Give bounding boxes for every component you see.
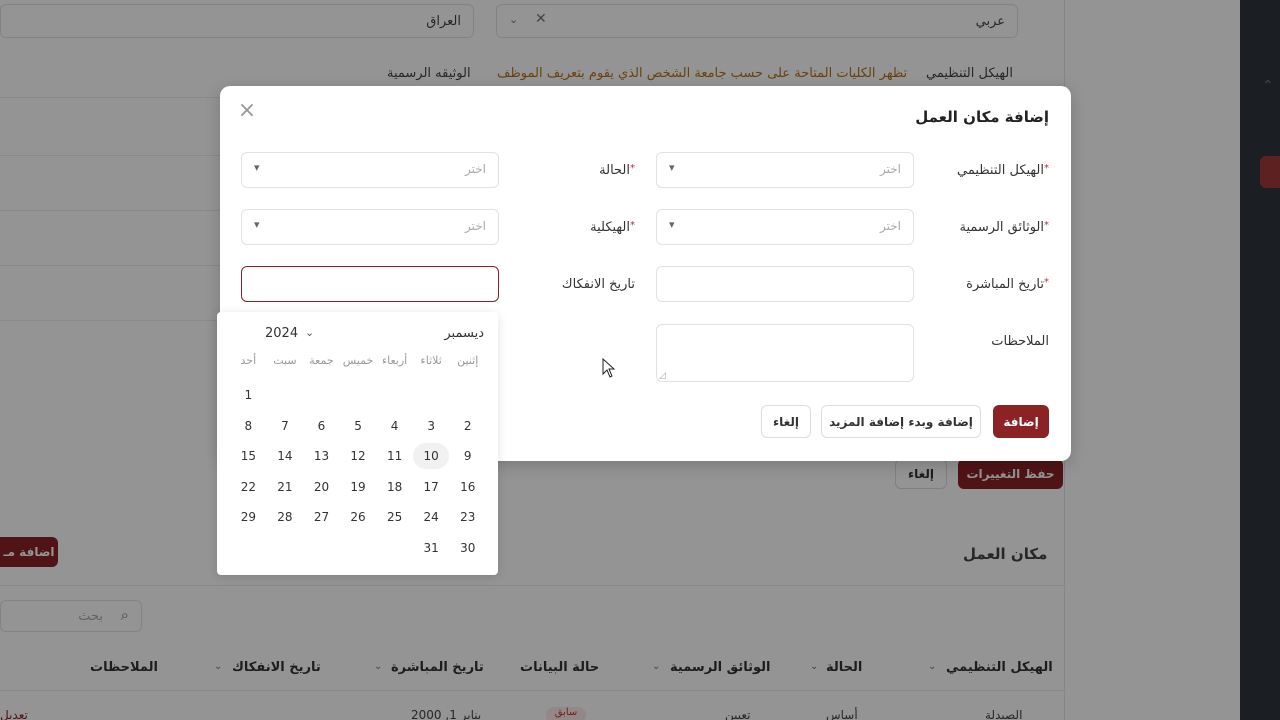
- calendar-day[interactable]: 20: [303, 474, 340, 500]
- calendar-empty-cell: [267, 382, 304, 408]
- mouse-cursor-icon: [602, 358, 616, 378]
- chevron-down-icon: ▾: [254, 218, 260, 231]
- calendar-week: 1: [230, 382, 486, 408]
- calendar-day[interactable]: 19: [340, 474, 377, 500]
- calendar-day[interactable]: 3: [413, 413, 450, 439]
- calendar-day[interactable]: 22: [230, 474, 267, 500]
- start-date-input[interactable]: [656, 266, 914, 302]
- required-mark: *: [1044, 220, 1049, 231]
- calendar-day[interactable]: 18: [376, 474, 413, 500]
- weekday: أحد: [240, 354, 257, 367]
- calendar-day[interactable]: 5: [340, 413, 377, 439]
- calendar-week: 2345678: [230, 413, 486, 439]
- calendar-week: 16 17 18 19 20 21 22: [230, 474, 486, 500]
- status-select[interactable]: اختر ▾: [241, 152, 499, 188]
- calendar-empty-cell: [230, 535, 267, 561]
- calendar-empty-cell: [449, 382, 486, 408]
- select-placeholder: اختر: [465, 162, 486, 176]
- select-placeholder: اختر: [880, 162, 901, 176]
- calendar-empty-cell: [303, 535, 340, 561]
- calendar-day[interactable]: 7: [267, 413, 304, 439]
- org-structure-label: *الهيكل التنظيمي: [956, 163, 1049, 178]
- calendar-day[interactable]: 21: [267, 474, 304, 500]
- calendar-day[interactable]: 4: [376, 413, 413, 439]
- chevron-down-icon: ▾: [669, 218, 675, 231]
- calendar-day[interactable]: 2: [449, 413, 486, 439]
- calendar-day[interactable]: 16: [449, 474, 486, 500]
- calendar-day[interactable]: 15: [230, 443, 267, 469]
- modal-title: إضافة مكان العمل: [915, 108, 1049, 126]
- date-picker: ديسمبر 2024 ⌄ إثنين ثلاثاء أربعاء خميس ج…: [217, 312, 498, 575]
- required-mark: *: [630, 163, 635, 174]
- calendar-empty-cell: [340, 535, 377, 561]
- notes-textarea[interactable]: ◿: [656, 324, 914, 382]
- calendar-week: 30 31: [230, 535, 486, 561]
- calendar-empty-cell: [376, 535, 413, 561]
- calendar-month[interactable]: ديسمبر: [444, 326, 484, 341]
- weekday: أربعاء: [381, 354, 408, 367]
- weekday-header: إثنين ثلاثاء أربعاء خميس جمعة سبت أحد: [230, 354, 486, 367]
- calendar-day[interactable]: 31: [413, 535, 450, 561]
- weekday: خميس: [342, 354, 374, 367]
- calendar-empty-cell: [413, 382, 450, 408]
- status-label: *الحالة: [599, 163, 635, 178]
- calendar-day[interactable]: 17: [413, 474, 450, 500]
- notes-label: الملاحظات: [991, 334, 1049, 349]
- calendar-week: 9 10 11 12 13 14 15: [230, 443, 486, 469]
- calendar-day[interactable]: 26: [340, 504, 377, 530]
- calendar-day[interactable]: 28: [267, 504, 304, 530]
- resize-handle-icon[interactable]: ◿: [659, 371, 666, 381]
- calendar-day[interactable]: 25: [376, 504, 413, 530]
- calendar-day[interactable]: 24: [413, 504, 450, 530]
- calendar-day[interactable]: 29: [230, 504, 267, 530]
- start-date-label: *تاريخ المباشرة: [966, 277, 1049, 292]
- chevron-down-icon: ▾: [669, 161, 675, 174]
- close-icon[interactable]: ×: [236, 100, 258, 122]
- calendar-day[interactable]: 14: [267, 443, 304, 469]
- structure-label: *الهيكلية: [590, 220, 635, 235]
- calendar-day[interactable]: 30: [449, 535, 486, 561]
- calendar-year[interactable]: 2024: [265, 326, 298, 341]
- add-button[interactable]: إضافة: [993, 405, 1049, 438]
- calendar-empty-cell: [303, 382, 340, 408]
- calendar-day[interactable]: 12: [340, 443, 377, 469]
- structure-select[interactable]: اختر ▾: [241, 209, 499, 245]
- required-mark: *: [630, 220, 635, 231]
- calendar-day[interactable]: 6: [303, 413, 340, 439]
- required-mark: *: [1044, 163, 1049, 174]
- calendar-empty-cell: [376, 382, 413, 408]
- calendar-day[interactable]: 10: [412, 443, 450, 469]
- official-docs-select[interactable]: اختر ▾: [656, 209, 914, 245]
- official-docs-label: *الوثائق الرسمية: [959, 220, 1049, 235]
- chevron-down-icon[interactable]: ⌄: [305, 326, 314, 339]
- calendar-day[interactable]: 8: [230, 413, 267, 439]
- calendar-day[interactable]: 27: [303, 504, 340, 530]
- calendar-day[interactable]: 1: [230, 382, 267, 408]
- weekday: سبت: [273, 354, 297, 367]
- calendar-day[interactable]: 13: [303, 443, 340, 469]
- add-and-continue-button[interactable]: إضافة وبدء إضافة المزيد: [821, 405, 981, 438]
- weekday: إثنين: [457, 354, 479, 367]
- required-mark: *: [1044, 277, 1049, 288]
- select-placeholder: اختر: [465, 219, 486, 233]
- calendar-empty-cell: [340, 382, 377, 408]
- calendar-empty-cell: [267, 535, 304, 561]
- org-structure-select[interactable]: اختر ▾: [656, 152, 914, 188]
- calendar-day[interactable]: 11: [376, 443, 413, 469]
- calendar-week: 23 24 25 26 27 28 29: [230, 504, 486, 530]
- weekday: جمعة: [309, 354, 334, 367]
- calendar-day[interactable]: 9: [449, 443, 486, 469]
- select-placeholder: اختر: [880, 219, 901, 233]
- cancel-button[interactable]: إلغاء: [761, 405, 811, 438]
- calendar-day[interactable]: 23: [449, 504, 486, 530]
- weekday: ثلاثاء: [420, 354, 442, 367]
- end-date-input[interactable]: [241, 266, 499, 302]
- end-date-label: تاريخ الانفكاك: [561, 277, 635, 292]
- chevron-down-icon: ▾: [254, 161, 260, 174]
